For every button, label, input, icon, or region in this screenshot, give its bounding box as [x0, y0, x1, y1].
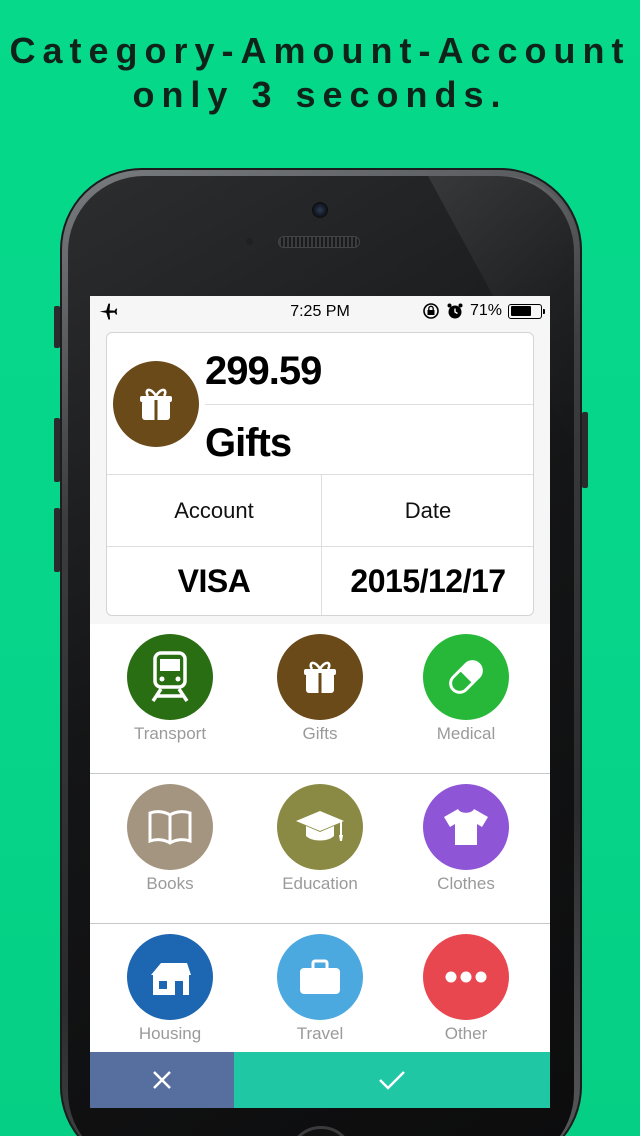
category-circle	[127, 934, 213, 1020]
category-circle	[423, 934, 509, 1020]
category-name: Gifts	[205, 421, 292, 465]
mute-switch	[54, 306, 60, 348]
status-right: 71%	[422, 302, 545, 320]
category-circle	[127, 784, 213, 870]
category-label: Clothes	[437, 874, 495, 893]
category-circle	[277, 784, 363, 870]
gift-icon	[304, 661, 336, 693]
category-label: Education	[282, 874, 358, 893]
category-circle	[277, 934, 363, 1020]
close-icon	[153, 1071, 171, 1089]
category-label: Travel	[296, 1024, 344, 1043]
volume-down-button	[54, 508, 60, 572]
gift-icon	[140, 388, 172, 420]
category-circle	[127, 634, 213, 720]
earpiece-speaker	[278, 236, 360, 248]
date-value[interactable]: 2015/12/17	[321, 563, 533, 600]
category-medical[interactable]: Medical	[406, 634, 526, 744]
entry-area: 299.59 Gifts Account Date VISA 2015/12/1…	[90, 328, 550, 624]
account-label: Account	[174, 498, 254, 523]
house-icon	[151, 963, 191, 995]
category-housing[interactable]: Housing	[110, 934, 230, 1044]
category-row: Transport Gifts Medical	[90, 624, 550, 774]
train-icon	[151, 651, 189, 702]
category-label: Housing	[138, 1024, 202, 1043]
book-icon	[148, 810, 192, 845]
status-bar: 7:25 PM 71%	[90, 296, 550, 328]
headline-line-1: Category-Amount-Account	[9, 30, 631, 71]
amount-value[interactable]: 299.59	[205, 349, 322, 394]
category-travel[interactable]: Travel	[260, 934, 380, 1044]
category-label: Books	[146, 874, 194, 893]
category-books[interactable]: Books	[110, 784, 230, 894]
cancel-button[interactable]	[90, 1052, 234, 1108]
tshirt-icon	[444, 809, 488, 845]
power-button	[582, 412, 588, 488]
category-circle	[423, 634, 509, 720]
suitcase-icon	[300, 959, 340, 994]
rotation-lock-icon	[423, 303, 439, 319]
confirm-button[interactable]	[234, 1052, 550, 1108]
category-label: Other	[444, 1024, 488, 1043]
divider	[107, 546, 533, 547]
category-education[interactable]: Education	[260, 784, 380, 894]
app-screen: 7:25 PM 71% 299.59 Gifts Account Date VI…	[90, 296, 550, 1108]
selected-category-badge[interactable]	[113, 361, 199, 447]
battery-icon	[508, 303, 545, 319]
alarm-icon	[447, 303, 463, 319]
category-grid: Transport Gifts Medical Books Education …	[90, 624, 550, 1074]
divider	[205, 404, 533, 405]
volume-up-button	[54, 418, 60, 482]
proximity-sensor	[246, 238, 253, 245]
category-circle	[277, 634, 363, 720]
date-label: Date	[404, 498, 452, 523]
category-label: Transport	[133, 724, 207, 743]
check-icon	[379, 1071, 405, 1090]
category-label: Medical	[436, 724, 496, 743]
category-label: Gifts	[302, 724, 338, 743]
account-value[interactable]: VISA	[107, 563, 321, 600]
action-bar	[90, 1052, 550, 1108]
category-row: Books Education Clothes	[90, 774, 550, 924]
graduation-cap-icon	[296, 811, 344, 841]
category-circle	[423, 784, 509, 870]
battery-fill	[510, 306, 532, 316]
category-clothes[interactable]: Clothes	[406, 784, 526, 894]
category-other[interactable]: Other	[406, 934, 526, 1044]
more-icon	[445, 971, 487, 983]
category-transport[interactable]: Transport	[110, 634, 230, 744]
battery-percent: 71%	[469, 302, 502, 319]
category-gifts[interactable]: Gifts	[260, 634, 380, 744]
entry-card: 299.59 Gifts Account Date VISA 2015/12/1…	[106, 332, 534, 616]
front-camera	[312, 202, 328, 218]
pill-icon	[449, 660, 483, 694]
headline-line-2: only 3 seconds.	[132, 74, 508, 115]
